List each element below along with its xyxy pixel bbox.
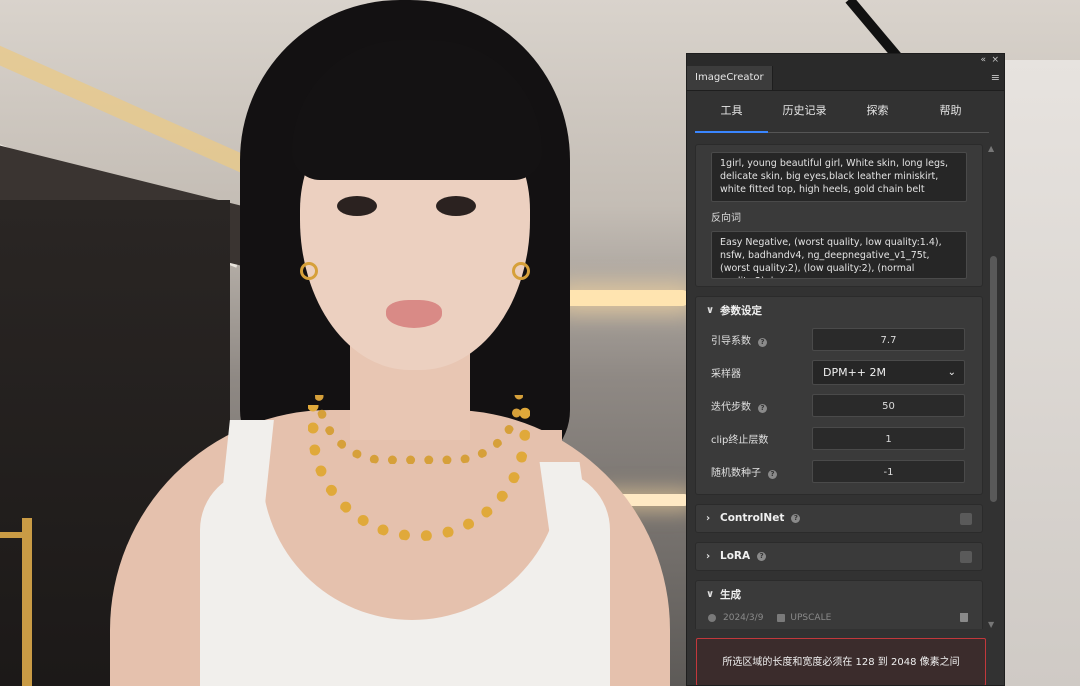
earring-left — [300, 262, 318, 280]
panel-scroll-area: 1girl, young beautiful girl, White skin,… — [695, 144, 983, 629]
history-item[interactable]: 2024/3/9 UPSCALE — [696, 607, 982, 629]
main-nav: 工具 历史记录 探索 帮助 — [695, 96, 989, 133]
help-icon[interactable]: ? — [758, 404, 767, 413]
tab-explore[interactable]: 探索 — [841, 96, 914, 132]
scrollbar-thumb[interactable] — [990, 256, 997, 502]
chevron-down-icon: ∨ — [706, 588, 715, 600]
upscale-icon — [777, 614, 786, 622]
eye-left — [337, 196, 377, 216]
lora-toggle[interactable] — [960, 551, 972, 563]
image-creator-panel: « × ImageCreator ≡ 工具 历史记录 探索 帮助 1girl, … — [686, 53, 1005, 686]
generate-section: ∨ 生成 2024/3/9 UPSCALE — [695, 580, 983, 629]
negative-prompt-label: 反向词 — [711, 213, 741, 224]
controlnet-header[interactable]: › ControlNet ? — [696, 505, 982, 531]
sampler-label: 采样器 — [711, 369, 741, 380]
panel-scrollbar[interactable]: ▲ ▼ — [987, 144, 999, 629]
seed-label: 随机数种子 — [711, 468, 761, 479]
guidance-input[interactable]: 7.7 — [812, 328, 965, 351]
params-title: 参数设定 — [720, 304, 762, 317]
panel-titlebar: « × — [687, 54, 1004, 66]
help-icon[interactable]: ? — [768, 470, 777, 479]
controlnet-title: ControlNet — [720, 512, 785, 524]
steps-label: 迭代步数 — [711, 402, 751, 413]
clip-row: clip终止层数 1 — [696, 422, 982, 455]
positive-prompt-input[interactable]: 1girl, young beautiful girl, White skin,… — [711, 152, 967, 202]
panel-menu-icon[interactable]: ≡ — [991, 72, 1000, 84]
history-date: 2024/3/9 — [723, 613, 764, 623]
tab-help[interactable]: 帮助 — [914, 96, 987, 132]
generate-header[interactable]: ∨ 生成 — [696, 581, 982, 607]
trash-icon[interactable] — [960, 613, 968, 622]
error-message: 所选区域的长度和宽度必须在 128 到 2048 像素之间 — [696, 638, 986, 685]
chevron-down-icon: ∨ — [706, 304, 715, 316]
panel-tabstrip: ImageCreator ≡ — [687, 66, 1004, 91]
lora-title: LoRA — [720, 550, 751, 562]
seed-input[interactable]: -1 — [812, 460, 965, 483]
tab-tools[interactable]: 工具 — [695, 96, 768, 133]
sampler-value: DPM++ 2M — [823, 366, 887, 379]
tab-imagecreator[interactable]: ImageCreator — [687, 66, 773, 90]
steps-row: 迭代步数? 50 — [696, 389, 982, 422]
controlnet-section: › ControlNet ? — [695, 504, 983, 533]
chevron-right-icon: › — [706, 512, 711, 524]
seed-row: 随机数种子? -1 — [696, 455, 982, 488]
sampler-row: 采样器 DPM++ 2M ⌄ — [696, 356, 982, 389]
tab-history[interactable]: 历史记录 — [768, 96, 841, 132]
door-frame-top — [0, 532, 30, 538]
scroll-down-icon[interactable]: ▼ — [988, 620, 994, 629]
lips — [386, 300, 442, 328]
help-icon[interactable]: ? — [757, 551, 767, 561]
collapse-icon[interactable]: « — [980, 54, 986, 66]
params-section: ∨ 参数设定 引导系数? 7.7 采样器 DPM++ 2M ⌄ 迭代步数? 50… — [695, 296, 983, 495]
help-icon[interactable]: ? — [758, 338, 767, 347]
clock-icon — [708, 614, 716, 622]
steps-input[interactable]: 50 — [812, 394, 965, 417]
guidance-row: 引导系数? 7.7 — [696, 323, 982, 356]
clip-input[interactable]: 1 — [812, 427, 965, 450]
sampler-select[interactable]: DPM++ 2M ⌄ — [812, 360, 965, 385]
background-wall — [1005, 60, 1080, 686]
negative-prompt-input[interactable]: Easy Negative, (worst quality, low quali… — [711, 231, 967, 279]
door-frame — [22, 518, 32, 686]
chevron-right-icon: › — [706, 550, 711, 562]
scroll-up-icon[interactable]: ▲ — [988, 144, 994, 153]
generate-title: 生成 — [720, 588, 741, 601]
controlnet-toggle[interactable] — [960, 513, 972, 525]
chevron-down-icon: ⌄ — [947, 367, 956, 378]
history-tag: UPSCALE — [790, 613, 832, 623]
guidance-label: 引导系数 — [711, 336, 751, 347]
lora-header[interactable]: › LoRA ? — [696, 543, 982, 569]
params-header[interactable]: ∨ 参数设定 — [696, 297, 982, 323]
clip-label: clip终止层数 — [711, 435, 769, 446]
close-icon[interactable]: × — [991, 54, 999, 66]
earring-right — [512, 262, 530, 280]
prompt-section: 1girl, young beautiful girl, White skin,… — [695, 144, 983, 287]
help-icon[interactable]: ? — [791, 513, 801, 523]
eye-right — [436, 196, 476, 216]
light-strip — [560, 290, 690, 306]
lora-section: › LoRA ? — [695, 542, 983, 571]
